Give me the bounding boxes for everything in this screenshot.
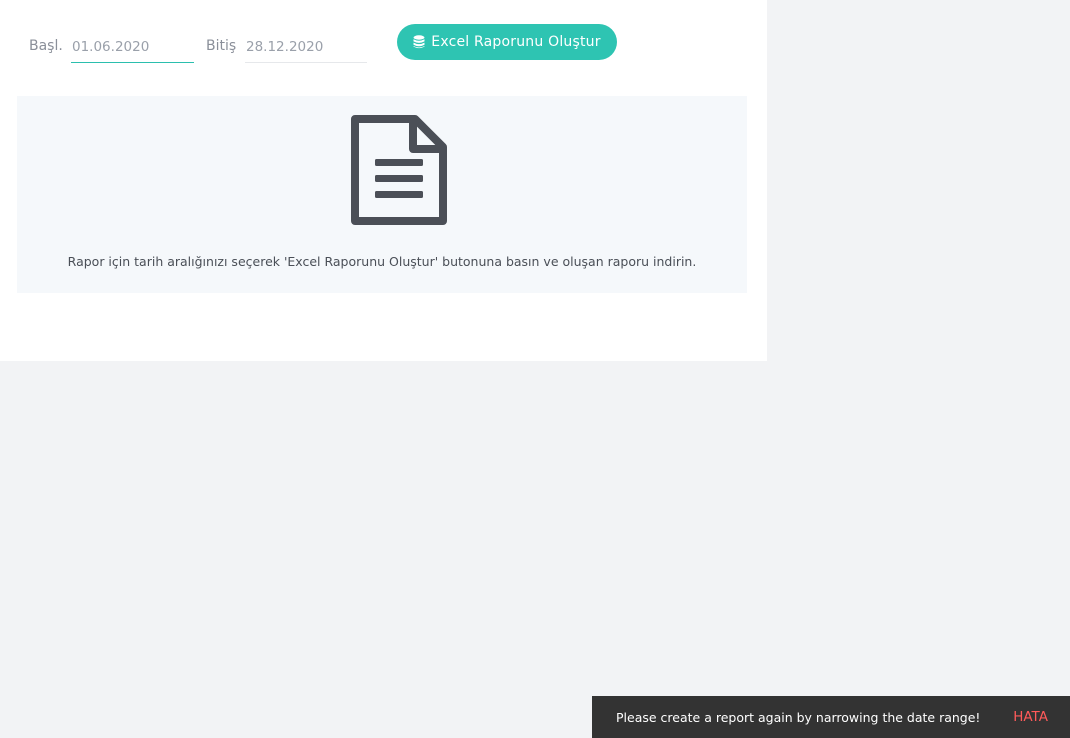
start-date-label: Başl. <box>29 38 63 54</box>
end-date-label: Bitiş <box>206 38 237 54</box>
create-excel-report-label: Excel Raporunu Oluştur <box>431 34 601 50</box>
document-icon <box>349 113 449 229</box>
report-panel: Başl. Bitiş Excel Raporunu Oluştur Rapor… <box>0 0 767 361</box>
info-box: Rapor için tarih aralığınızı seçerek 'Ex… <box>17 96 747 293</box>
toast-action-button[interactable]: HATA <box>1013 709 1048 725</box>
end-date-input[interactable] <box>245 31 367 63</box>
toast-message: Please create a report again by narrowin… <box>616 709 981 725</box>
start-date-input[interactable] <box>71 31 194 63</box>
error-toast: Please create a report again by narrowin… <box>592 696 1070 738</box>
create-excel-report-button[interactable]: Excel Raporunu Oluştur <box>397 24 617 60</box>
database-icon <box>413 35 425 49</box>
info-message: Rapor için tarih aralığınızı seçerek 'Ex… <box>67 254 697 269</box>
